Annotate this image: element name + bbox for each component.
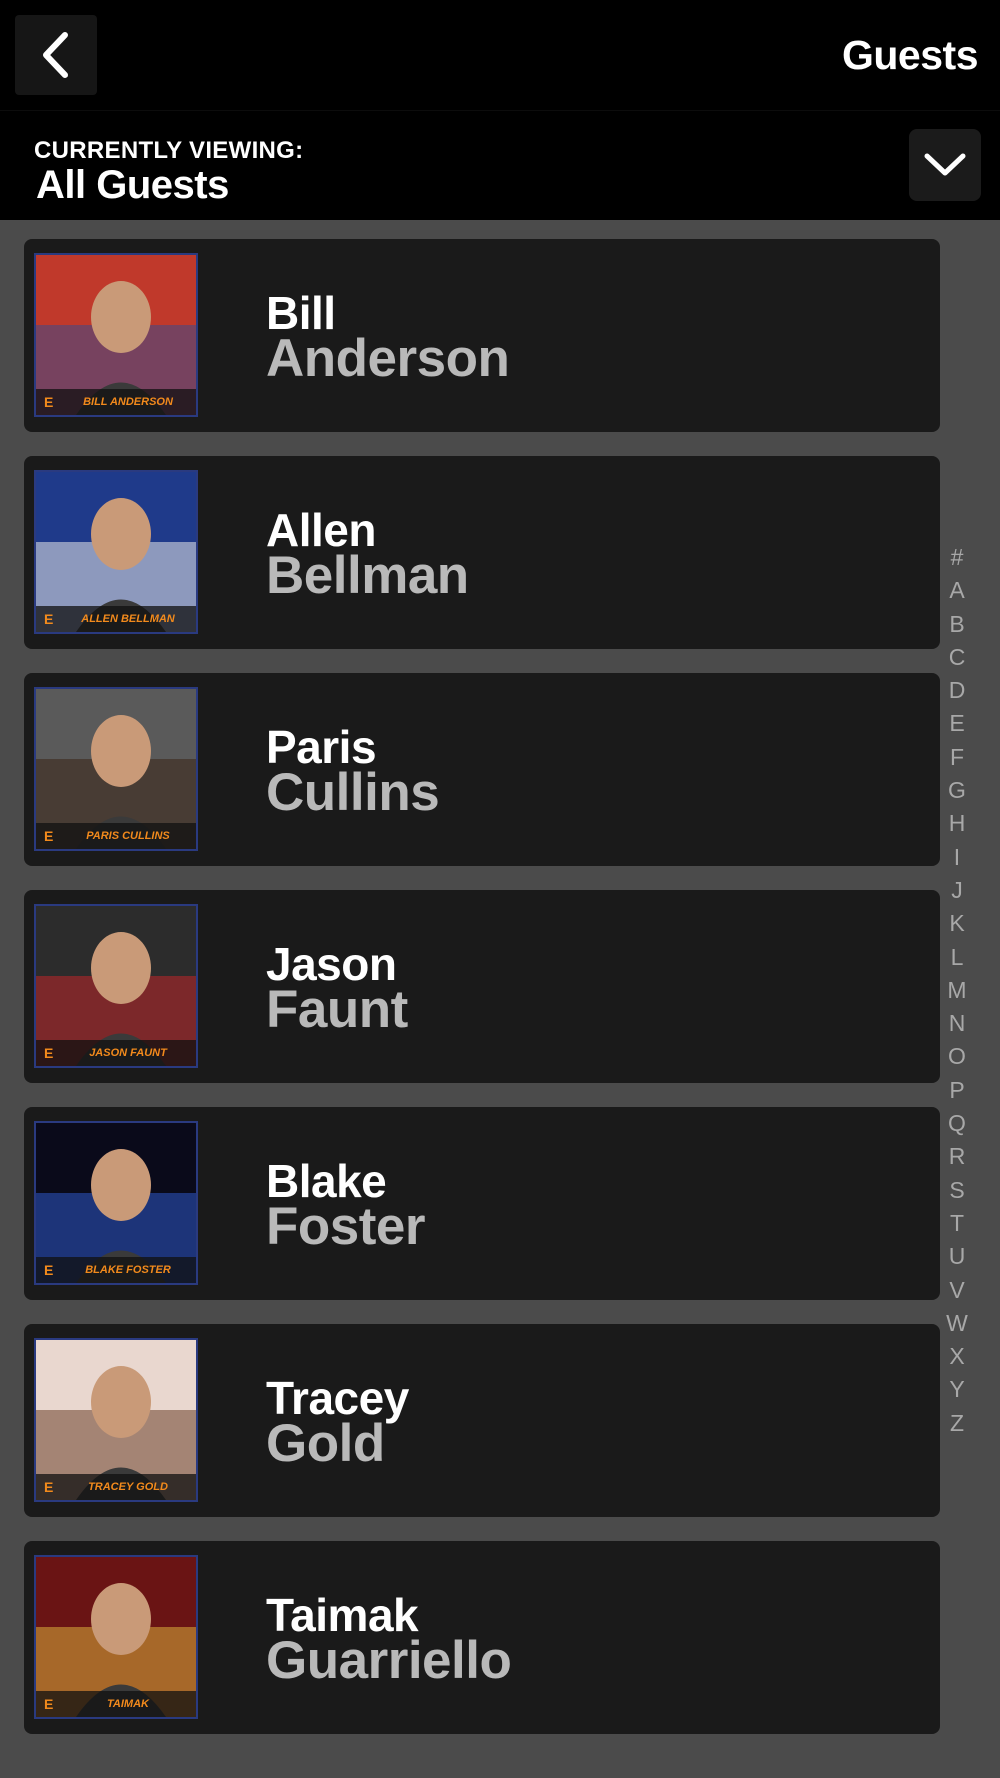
photo-caption: TRACEY GOLD — [88, 1481, 168, 1493]
alphabet-index-letter[interactable]: T — [943, 1207, 971, 1240]
svg-text:E: E — [44, 1045, 53, 1061]
svg-text:E: E — [44, 394, 53, 410]
guest-photo: E JASON FAUNT — [34, 904, 198, 1068]
alphabet-index-letter[interactable]: A — [943, 574, 971, 607]
alphabet-index-letter[interactable]: U — [943, 1240, 971, 1273]
photo-caption: ALLEN BELLMAN — [80, 613, 176, 625]
photo-caption: BILL ANDERSON — [83, 396, 174, 408]
top-bar: Guests — [0, 0, 1000, 110]
guest-card[interactable]: E TRACEY GOLD Tracey Gold — [24, 1324, 940, 1517]
guest-last-name: Foster — [266, 1197, 425, 1256]
guest-last-name: Anderson — [266, 329, 510, 388]
guest-card[interactable]: E BILL ANDERSON Bill Anderson — [24, 239, 940, 432]
guest-name: Blake Foster — [266, 1158, 425, 1256]
svg-text:E: E — [44, 1479, 53, 1495]
photo-caption: JASON FAUNT — [89, 1047, 168, 1059]
page-title: Guests — [842, 32, 979, 78]
alphabet-index-letter[interactable]: Z — [943, 1407, 971, 1440]
guest-photo: E BLAKE FOSTER — [34, 1121, 198, 1285]
alphabet-index-letter[interactable]: S — [943, 1174, 971, 1207]
guest-card[interactable]: E JASON FAUNT Jason Faunt — [24, 890, 940, 1083]
alphabet-index-letter[interactable]: X — [943, 1340, 971, 1373]
svg-text:E: E — [44, 1696, 53, 1712]
guest-name: Tracey Gold — [266, 1375, 409, 1473]
alphabet-index-letter[interactable]: O — [943, 1040, 971, 1073]
alphabet-index-letter[interactable]: H — [943, 807, 971, 840]
guest-photo: E TAIMAK — [34, 1555, 198, 1719]
guest-last-name: Gold — [266, 1414, 385, 1473]
guest-name: Allen Bellman — [266, 507, 469, 605]
guest-card[interactable]: E TAIMAK Taimak Guarriello — [24, 1541, 940, 1734]
chevron-left-icon — [43, 32, 68, 78]
photo-caption: TAIMAK — [107, 1698, 150, 1710]
guest-last-name: Guarriello — [266, 1631, 512, 1690]
photo-caption: PARIS CULLINS — [86, 830, 170, 842]
alphabet-index-letter[interactable]: I — [943, 841, 971, 874]
guest-name: Paris Cullins — [266, 724, 440, 822]
guest-name: Taimak Guarriello — [266, 1592, 512, 1690]
alphabet-index-letter[interactable]: M — [943, 974, 971, 1007]
alphabet-index[interactable]: # A B C D E F G H I J K L M N O P Q R S T U V W X Y Z — [943, 541, 971, 1440]
svg-text:E: E — [44, 1262, 53, 1278]
alphabet-index-letter[interactable]: L — [943, 941, 971, 974]
guest-card[interactable]: E PARIS CULLINS Paris Cullins — [24, 673, 940, 866]
alphabet-index-letter[interactable]: B — [943, 608, 971, 641]
alphabet-index-letter[interactable]: J — [943, 874, 971, 907]
guest-card[interactable]: E BLAKE FOSTER Blake Foster — [24, 1107, 940, 1300]
guest-photo: E BILL ANDERSON — [34, 253, 198, 417]
guest-photo: E TRACEY GOLD — [34, 1338, 198, 1502]
svg-text:E: E — [44, 828, 53, 844]
alphabet-index-letter[interactable]: N — [943, 1007, 971, 1040]
guest-card[interactable]: E ALLEN BELLMAN Allen Bellman — [24, 456, 940, 649]
alphabet-index-letter[interactable]: C — [943, 641, 971, 674]
chevron-down-icon — [924, 153, 966, 176]
guest-photo: E PARIS CULLINS — [34, 687, 198, 851]
alphabet-index-letter[interactable]: P — [943, 1074, 971, 1107]
guest-last-name: Cullins — [266, 763, 440, 822]
guest-last-name: Bellman — [266, 546, 469, 605]
photo-caption: BLAKE FOSTER — [85, 1264, 171, 1276]
alphabet-index-letter[interactable]: W — [943, 1307, 971, 1340]
alphabet-index-letter[interactable]: D — [943, 674, 971, 707]
filter-dropdown-button[interactable] — [909, 129, 981, 201]
filter-value[interactable]: All Guests — [36, 163, 229, 208]
back-button[interactable] — [15, 15, 97, 95]
alphabet-index-letter[interactable]: Y — [943, 1373, 971, 1406]
guest-name: Bill Anderson — [266, 290, 510, 388]
alphabet-index-letter[interactable]: R — [943, 1140, 971, 1173]
svg-text:E: E — [44, 611, 53, 627]
filter-label: CURRENTLY VIEWING: — [34, 137, 304, 164]
guest-list: E BILL ANDERSON Bill Anderson E ALLEN BELLMAN… — [24, 239, 940, 1758]
guest-name: Jason Faunt — [266, 941, 408, 1039]
alphabet-index-letter[interactable]: F — [943, 741, 971, 774]
guest-last-name: Faunt — [266, 980, 408, 1039]
alphabet-index-letter[interactable]: G — [943, 774, 971, 807]
alphabet-index-letter[interactable]: # — [943, 541, 971, 574]
alphabet-index-letter[interactable]: V — [943, 1274, 971, 1307]
alphabet-index-letter[interactable]: K — [943, 907, 971, 940]
filter-bar[interactable]: CURRENTLY VIEWING: All Guests — [0, 110, 1000, 220]
alphabet-index-letter[interactable]: E — [943, 707, 971, 740]
guest-photo: E ALLEN BELLMAN — [34, 470, 198, 634]
alphabet-index-letter[interactable]: Q — [943, 1107, 971, 1140]
